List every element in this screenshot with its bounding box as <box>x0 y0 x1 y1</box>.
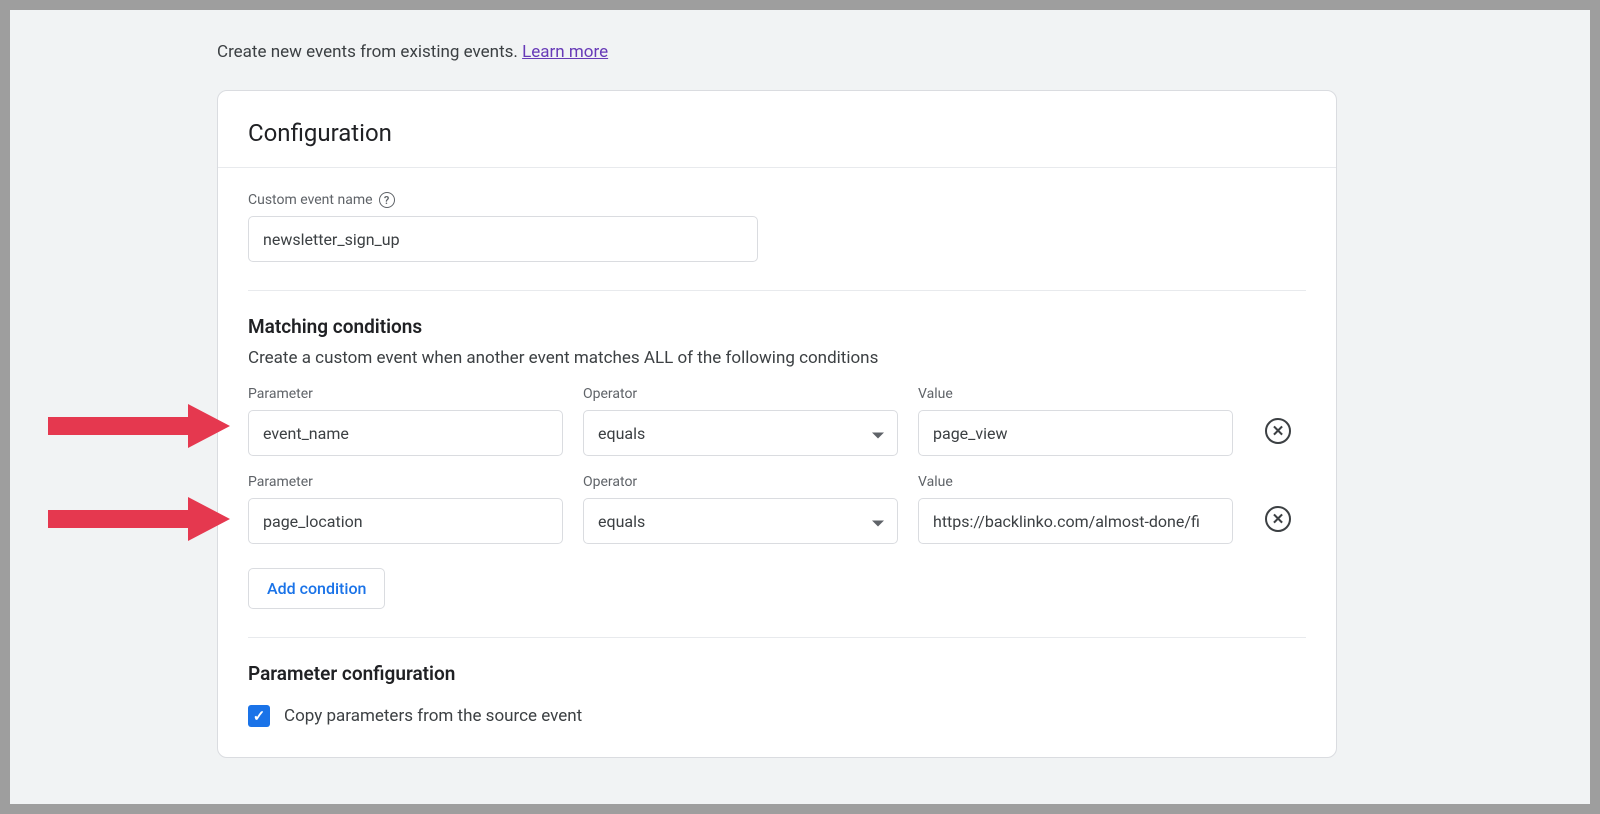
condition-col-delete: ✕ <box>1253 418 1291 456</box>
arrow-annotation-icon <box>48 497 230 541</box>
condition-col-parameter: Parameter <box>248 474 563 544</box>
condition-col-delete: ✕ <box>1253 506 1291 544</box>
value-label: Value <box>918 474 1233 490</box>
value-label: Value <box>918 386 1233 402</box>
condition-row: Parameter Operator Value <box>248 386 1306 456</box>
value-input[interactable] <box>918 410 1233 456</box>
operator-select[interactable] <box>583 410 898 456</box>
parameter-label: Parameter <box>248 386 563 402</box>
learn-more-link[interactable]: Learn more <box>522 42 608 62</box>
card-header: Configuration <box>218 91 1336 168</box>
custom-event-input[interactable] <box>248 216 758 262</box>
custom-event-label: Custom event name ? <box>248 192 1306 208</box>
close-icon: ✕ <box>1272 512 1285 527</box>
card-title: Configuration <box>248 119 1306 147</box>
copy-parameters-row: ✓ Copy parameters from the source event <box>218 705 1336 757</box>
operator-value[interactable] <box>583 498 898 544</box>
parameter-configuration-title: Parameter configuration <box>248 662 1306 685</box>
operator-value[interactable] <box>583 410 898 456</box>
matching-conditions-title: Matching conditions <box>248 315 1306 338</box>
intro-text-content: Create new events from existing events. <box>217 42 522 62</box>
operator-label: Operator <box>583 386 898 402</box>
intro-text: Create new events from existing events. … <box>217 42 608 62</box>
parameter-input[interactable] <box>248 498 563 544</box>
delete-condition-button[interactable]: ✕ <box>1265 418 1291 444</box>
page-background: Create new events from existing events. … <box>10 10 1590 804</box>
matching-conditions-desc: Create a custom event when another event… <box>248 348 1306 368</box>
parameter-input[interactable] <box>248 410 563 456</box>
help-icon[interactable]: ? <box>379 192 395 208</box>
condition-col-operator: Operator <box>583 386 898 456</box>
copy-parameters-label: Copy parameters from the source event <box>284 706 582 726</box>
check-icon: ✓ <box>253 707 266 725</box>
condition-col-value: Value <box>918 386 1233 456</box>
close-icon: ✕ <box>1272 424 1285 439</box>
condition-col-parameter: Parameter <box>248 386 563 456</box>
copy-parameters-checkbox[interactable]: ✓ <box>248 705 270 727</box>
configuration-card: Configuration Custom event name ? Matchi… <box>217 90 1337 758</box>
parameter-configuration-section: Parameter configuration <box>218 638 1336 685</box>
add-condition-button[interactable]: Add condition <box>248 568 385 609</box>
operator-select[interactable] <box>583 498 898 544</box>
custom-event-section: Custom event name ? <box>218 168 1336 262</box>
arrow-annotation-icon <box>48 404 230 448</box>
condition-col-value: Value <box>918 474 1233 544</box>
matching-conditions-section: Matching conditions Create a custom even… <box>218 291 1336 609</box>
parameter-label: Parameter <box>248 474 563 490</box>
condition-col-operator: Operator <box>583 474 898 544</box>
delete-condition-button[interactable]: ✕ <box>1265 506 1291 532</box>
value-input[interactable] <box>918 498 1233 544</box>
condition-row: Parameter Operator Value <box>248 474 1306 544</box>
custom-event-label-text: Custom event name <box>248 192 373 208</box>
operator-label: Operator <box>583 474 898 490</box>
